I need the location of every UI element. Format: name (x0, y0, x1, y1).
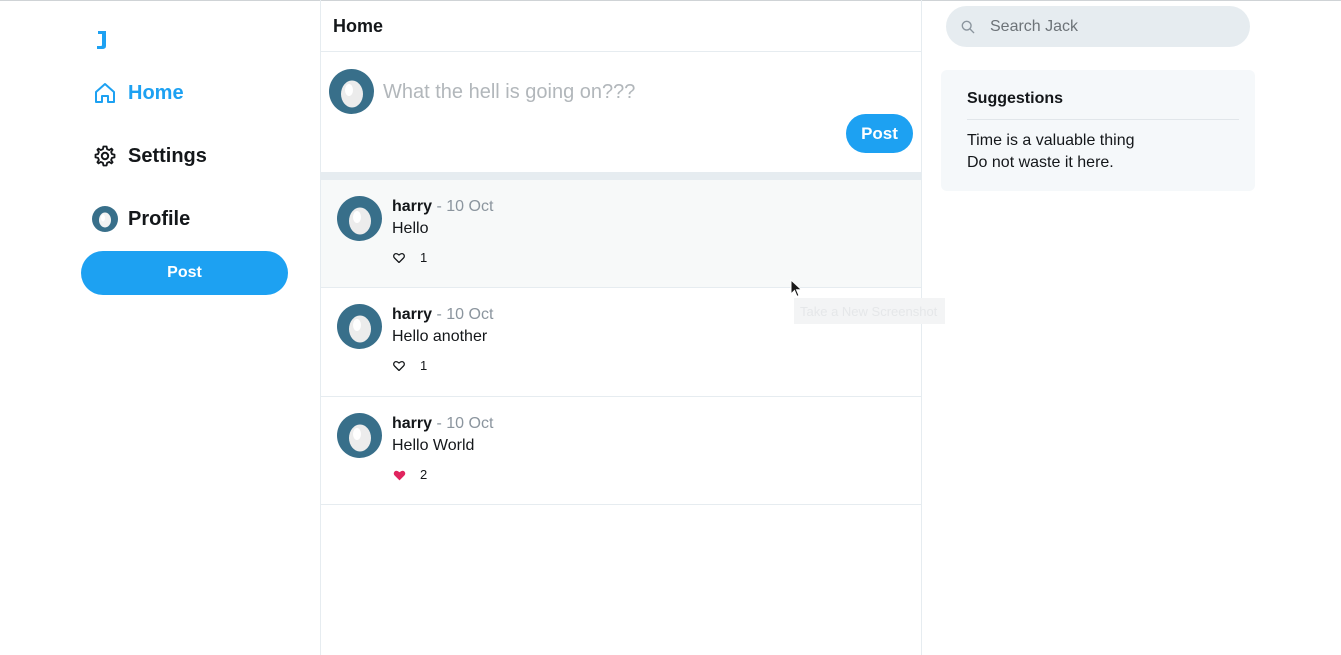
post-text: Hello World (392, 437, 475, 454)
avatar[interactable] (337, 413, 382, 458)
post-item[interactable]: harry - 10 Oct Hello World 2 (321, 397, 921, 505)
search-icon (961, 19, 977, 35)
left-nav: Home Settings Profile Post (0, 0, 320, 655)
post-item[interactable]: harry - 10 Oct Hello 1 (321, 180, 921, 288)
compose-input[interactable] (383, 76, 903, 108)
like-count: 1 (420, 250, 428, 265)
post-text: Hello another (392, 328, 488, 345)
tooltip: Take a New Screenshot (794, 298, 945, 324)
post-username[interactable]: harry (392, 415, 432, 432)
post-actions: 2 (392, 467, 427, 482)
nav-item-profile[interactable]: Profile (92, 206, 190, 232)
post-header: harry - 10 Oct (392, 306, 493, 324)
main-header: Home (321, 0, 921, 52)
avatar[interactable] (337, 304, 382, 349)
post-actions: 1 (392, 358, 427, 373)
page-title: Home (333, 16, 384, 36)
nav-item-label: Home (128, 81, 184, 104)
composer (321, 52, 921, 172)
suggestion-text: Time is a valuable thing (967, 132, 1135, 149)
nav-item-home[interactable]: Home (92, 80, 184, 106)
divider (967, 119, 1239, 120)
like-count: 1 (420, 358, 428, 373)
nav-item-label: Profile (128, 207, 191, 230)
post-username[interactable]: harry (392, 198, 432, 215)
suggestion-text: Do not waste it here. (967, 154, 1114, 171)
avatar[interactable] (337, 196, 382, 241)
nav-item-settings[interactable]: Settings (92, 143, 207, 169)
mouse-cursor-icon (790, 278, 804, 299)
heart-outline-icon[interactable] (392, 251, 406, 265)
post-button[interactable]: Post (81, 251, 288, 295)
search-input[interactable] (990, 17, 1230, 36)
post-date: - 10 Oct (432, 198, 494, 215)
heart-filled-icon[interactable] (392, 468, 406, 482)
post-date: - 10 Oct (432, 306, 494, 323)
main-column: Home Post harry - 10 Oct Hello 1 (320, 0, 922, 655)
suggestions-title: Suggestions (967, 90, 1064, 107)
feed: harry - 10 Oct Hello 1 harry - 10 Oct He… (321, 180, 921, 505)
post-date: - 10 Oct (432, 415, 494, 432)
feed-divider (321, 172, 921, 180)
post-header: harry - 10 Oct (392, 415, 493, 433)
post-username[interactable]: harry (392, 306, 432, 323)
like-count: 2 (420, 467, 428, 482)
post-actions: 1 (392, 250, 427, 265)
post-text: Hello (392, 220, 429, 237)
avatar (329, 69, 374, 114)
avatar-icon (92, 206, 118, 232)
heart-outline-icon[interactable] (392, 359, 406, 373)
suggestions-panel: Suggestions Time is a valuable thing Do … (941, 70, 1255, 191)
bird-logo-icon[interactable] (94, 30, 110, 50)
gear-icon (92, 143, 118, 169)
compose-post-button[interactable]: Post (846, 114, 913, 153)
post-header: harry - 10 Oct (392, 198, 493, 216)
nav-item-label: Settings (128, 144, 207, 167)
search-bar[interactable] (946, 6, 1250, 47)
home-icon (92, 80, 118, 106)
